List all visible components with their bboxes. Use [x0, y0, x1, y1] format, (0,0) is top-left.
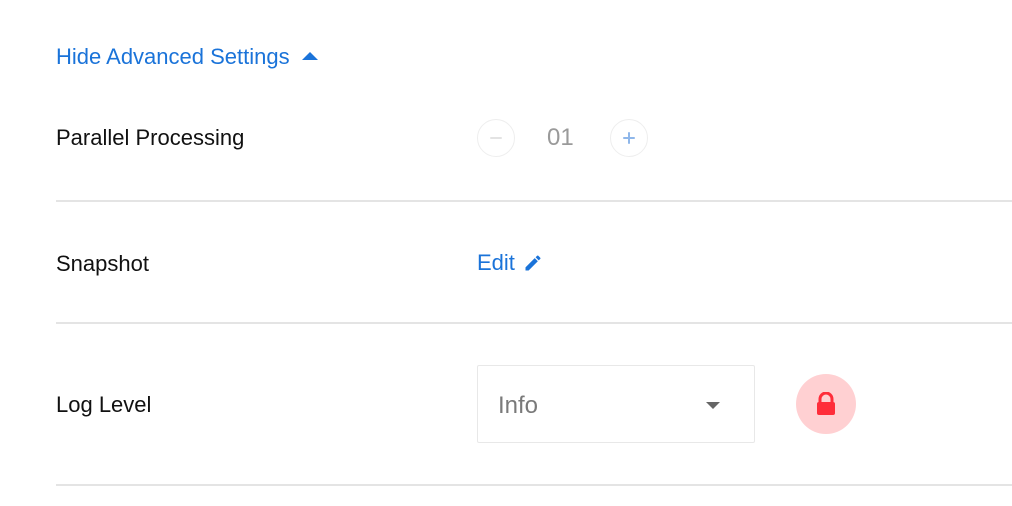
hide-advanced-settings-toggle[interactable]: Hide Advanced Settings: [56, 44, 318, 70]
snapshot-label: Snapshot: [56, 251, 149, 276]
log-level-selected-value: Info: [498, 392, 539, 419]
divider: [56, 322, 1012, 324]
divider: [56, 200, 1012, 202]
log-level-select[interactable]: Info: [477, 365, 755, 443]
hide-advanced-settings-label: Hide Advanced Settings: [56, 44, 290, 69]
caret-up-icon: [301, 52, 318, 60]
log-level-label: Log Level: [56, 392, 152, 417]
increment-button[interactable]: [610, 119, 648, 157]
edit-label: Edit: [477, 250, 515, 275]
plus-icon: [623, 132, 635, 144]
parallel-processing-label: Parallel Processing: [56, 125, 245, 150]
lock-icon: [817, 392, 835, 415]
divider: [56, 484, 1012, 486]
log-level-lock-button[interactable]: [796, 374, 856, 434]
chevron-down-icon: [706, 402, 720, 409]
minus-icon: [490, 137, 502, 139]
decrement-button[interactable]: [477, 119, 515, 157]
snapshot-edit-link[interactable]: Edit: [477, 250, 543, 276]
advanced-settings-panel: Hide Advanced Settings Parallel Processi…: [0, 0, 1012, 506]
parallel-processing-row: Parallel Processing: [56, 118, 1012, 158]
parallel-processing-value: 01: [547, 124, 574, 151]
pencil-icon: [525, 255, 541, 271]
